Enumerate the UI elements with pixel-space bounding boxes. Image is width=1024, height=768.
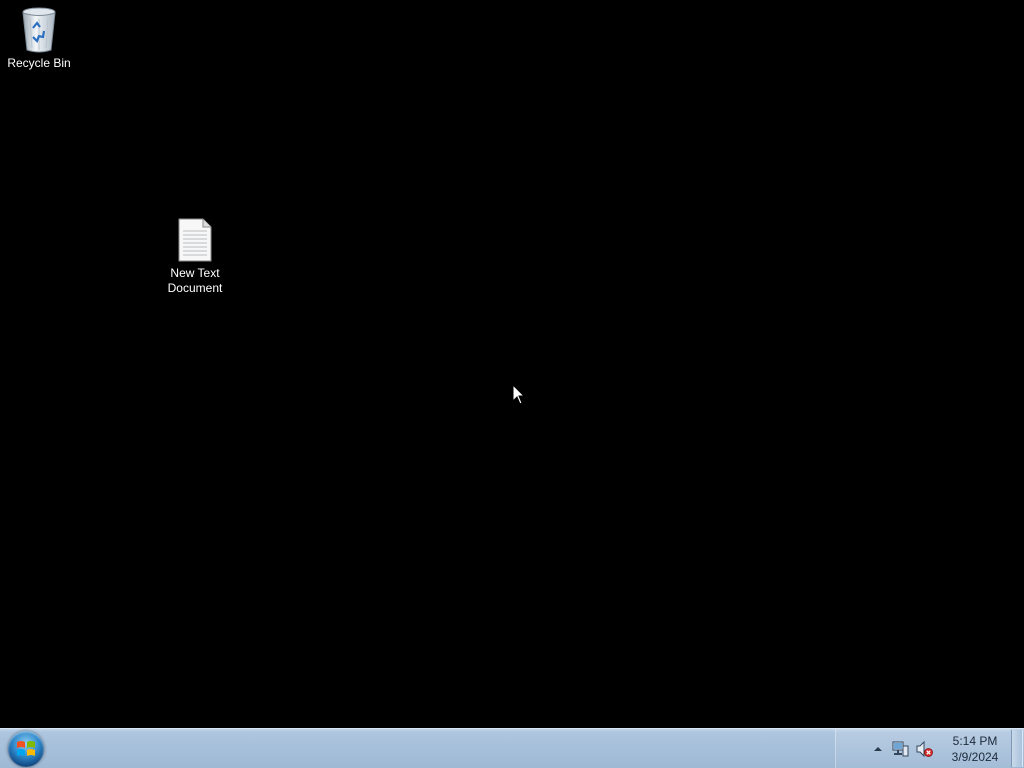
recycle-bin-label: Recycle Bin [7,56,71,70]
taskbar-clock[interactable]: 5:14 PM 3/9/2024 [940,733,1010,765]
chevron-up-icon [874,747,882,751]
network-tray-button[interactable] [890,739,910,759]
recycle-bin-icon [15,6,63,54]
windows-start-orb-icon [8,731,44,767]
notification-area: 5:14 PM 3/9/2024 [835,729,1011,768]
mouse-pointer-icon [512,383,526,406]
start-button[interactable] [4,730,48,768]
clock-date: 3/9/2024 [951,750,999,764]
taskbar-buttons-area[interactable] [52,729,832,768]
volume-tray-button[interactable] [914,739,934,759]
volume-muted-icon [916,740,933,758]
clock-time: 5:14 PM [952,734,998,748]
recycle-bin-shortcut[interactable]: Recycle Bin [1,6,77,71]
show-desktop-button[interactable] [1011,730,1023,767]
text-document-icon [171,216,219,264]
desktop[interactable]: Recycle Bin New Text Document [0,0,1024,728]
show-hidden-icons-button[interactable] [868,739,888,759]
new-text-document-shortcut[interactable]: New Text Document [157,216,233,296]
network-icon [892,741,909,757]
new-text-document-label: New Text Document [167,266,223,295]
taskbar: 5:14 PM 3/9/2024 [0,728,1024,768]
